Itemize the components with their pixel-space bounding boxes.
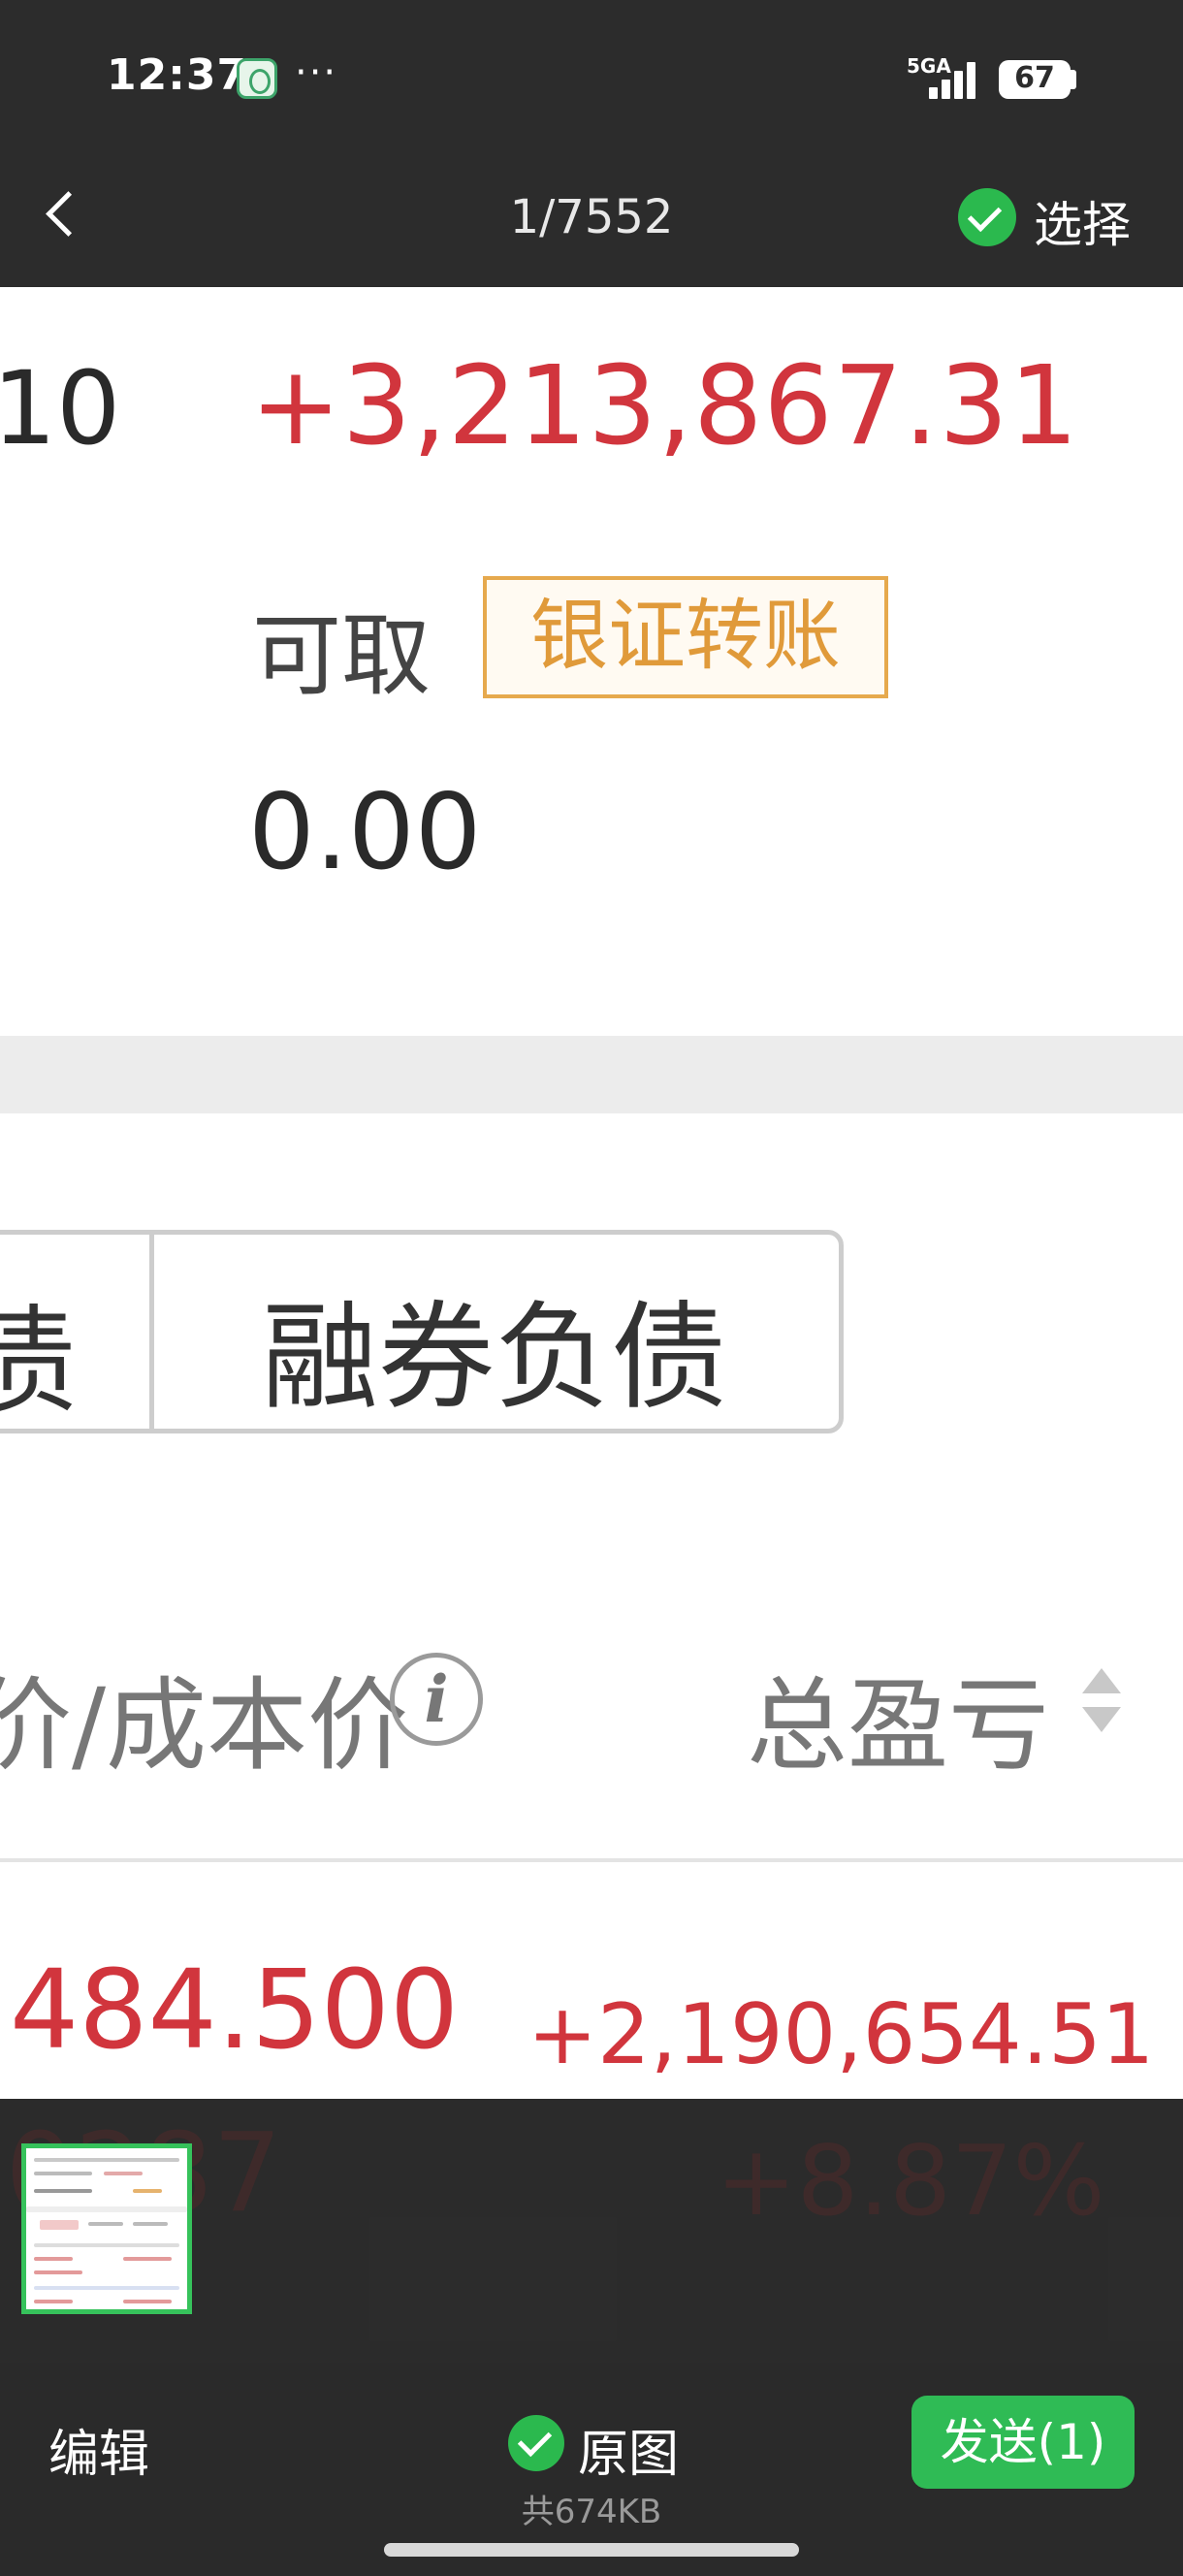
more-notifications-icon: ··· [295,50,338,95]
withdrawable-label: 可取 [252,604,432,708]
header-divider [0,1858,1183,1862]
battery-level: 67 [1014,61,1055,95]
signal-strength-icon [929,60,983,99]
column-header-price-cost: 价/成本价 [0,1666,409,1785]
select-button[interactable]: 选择 [1034,186,1131,256]
status-time: 12:37 [107,50,248,100]
section-divider [0,1036,1183,1113]
home-indicator[interactable] [384,2543,799,2557]
image-viewer[interactable]: 10 +3,213,867.31 可取 银证转账 0.00 债 融券负债 价/成… [0,287,1183,2099]
select-check-icon[interactable] [958,188,1016,246]
page-counter: 1/7552 [509,190,674,244]
back-icon[interactable] [39,184,81,246]
battery-tip [1071,70,1076,89]
sort-icon [1080,1662,1123,1740]
notification-app-icon [237,58,277,99]
row-total-pnl: +2,190,654.51 [528,1986,1155,2083]
row-pnl-percent: +8.87% [716,2124,1105,2238]
column-header-total-pnl: 总盈亏 [747,1666,1050,1785]
status-bar: 12:37 ··· 5GA 67 [0,0,1183,165]
tab-partial: 债 [0,1295,78,1430]
file-size-label: 共674KB [521,2493,662,2531]
total-profit-value: +3,213,867.31 [250,343,1079,469]
info-icon: i [390,1653,483,1746]
withdrawable-value: 0.00 [248,772,482,893]
tab-short-liabilities: 融券负债 [262,1291,727,1426]
battery-icon: 67 [999,60,1071,99]
bank-transfer-button: 银证转账 [483,576,888,698]
send-button[interactable]: 发送(1) [911,2396,1135,2489]
original-image-toggle[interactable]: 原图 [578,2413,679,2486]
original-image-check-icon[interactable] [508,2415,564,2471]
selected-thumbnail[interactable] [21,2143,192,2314]
edit-button[interactable]: 编辑 [48,2413,149,2486]
tab-divider [149,1234,154,1430]
partial-asset-value: 10 [0,349,121,467]
row-price: 484.500 [10,1948,460,2074]
